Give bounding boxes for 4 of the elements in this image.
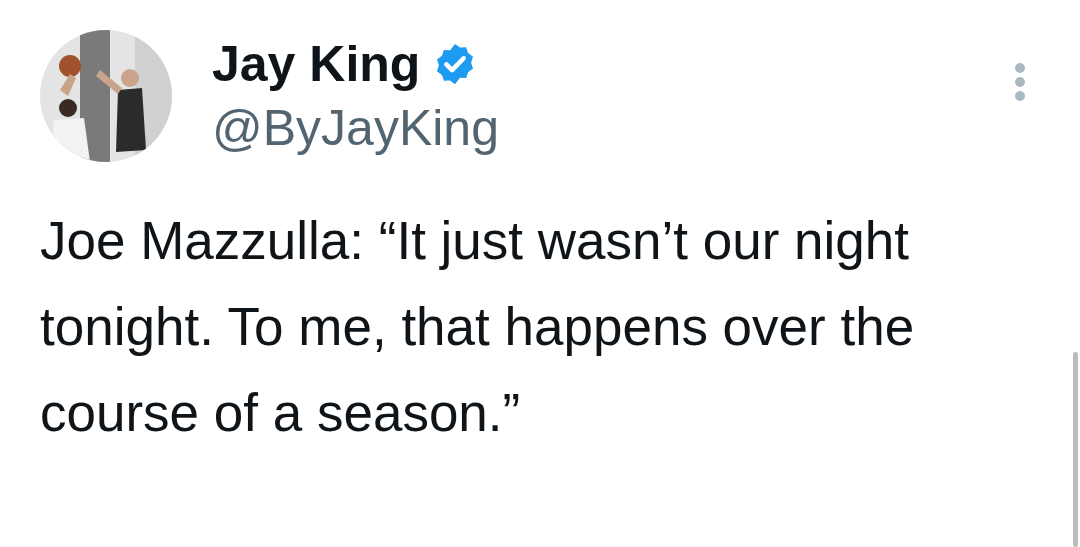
author-handle[interactable]: @ByJayKing [212, 96, 499, 160]
author-name[interactable]: Jay King [212, 32, 421, 96]
scrollbar[interactable] [1073, 352, 1078, 547]
tweet-text: Joe Mazzulla: “It just wasn’t our night tonight. To me, that happens over the course of a season.” [40, 210, 916, 444]
